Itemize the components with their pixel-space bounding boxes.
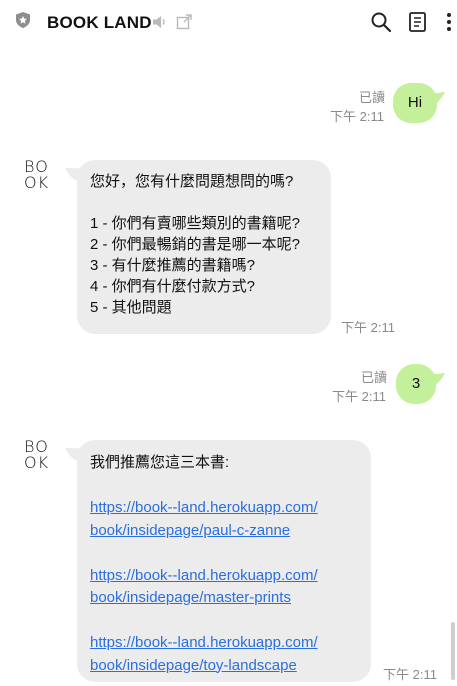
message-text: 3 [411,375,421,392]
message-time: 下午 2:11 [341,320,395,335]
chat-header: BOOK LAND [0,0,457,46]
book-link[interactable]: https://book--land.herokuapp.com/book/in… [90,499,318,539]
message-text: Hi [407,94,423,111]
avatar-line: OK [24,173,50,192]
search-icon[interactable] [370,11,392,33]
read-receipt: 已讀 [361,370,388,385]
message-line: 5 - 其他問題 [90,299,172,316]
received-message-bubble[interactable]: 我們推薦您這三本書: https://book--land.herokuapp.… [77,440,371,682]
message-time: 下午 2:11 [330,109,384,124]
book-link[interactable]: https://book--land.herokuapp.com/book/in… [90,634,318,674]
message-line: 1 - 你們有賣哪些類別的書籍呢? [90,215,301,232]
mute-icon [153,16,165,28]
scrollbar[interactable] [451,622,455,680]
message-time: 下午 2:11 [383,667,437,682]
shield-icon [16,12,30,28]
bubble-tail [430,92,445,106]
message-line: 您好，您有什麼問題想問的嗎? [90,173,294,190]
bot-avatar[interactable]: BO OK [24,439,54,473]
message-line: 3 - 有什麼推薦的書籍嗎? [90,257,256,274]
message-time: 下午 2:11 [332,389,386,404]
more-vertical-icon[interactable] [443,11,455,33]
bot-avatar[interactable]: BO OK [24,159,54,193]
message-line: 2 - 你們最暢銷的書是哪一本呢? [90,236,301,253]
message-line: 我們推薦您這三本書: [90,454,230,471]
chat-title: BOOK LAND [47,13,152,32]
avatar-line: OK [24,453,50,472]
notes-icon[interactable] [407,11,429,33]
message-line: 4 - 你們有什麼付款方式? [90,278,256,295]
book-link[interactable]: https://book--land.herokuapp.com/book/in… [90,567,318,607]
message-line [90,192,331,213]
read-receipt: 已讀 [359,90,386,105]
received-message-bubble[interactable]: 您好，您有什麼問題想問的嗎? 1 - 你們有賣哪些類別的書籍呢? 2 - 你們最… [77,160,331,334]
external-link-icon[interactable] [176,14,192,30]
bubble-tail [430,373,445,387]
